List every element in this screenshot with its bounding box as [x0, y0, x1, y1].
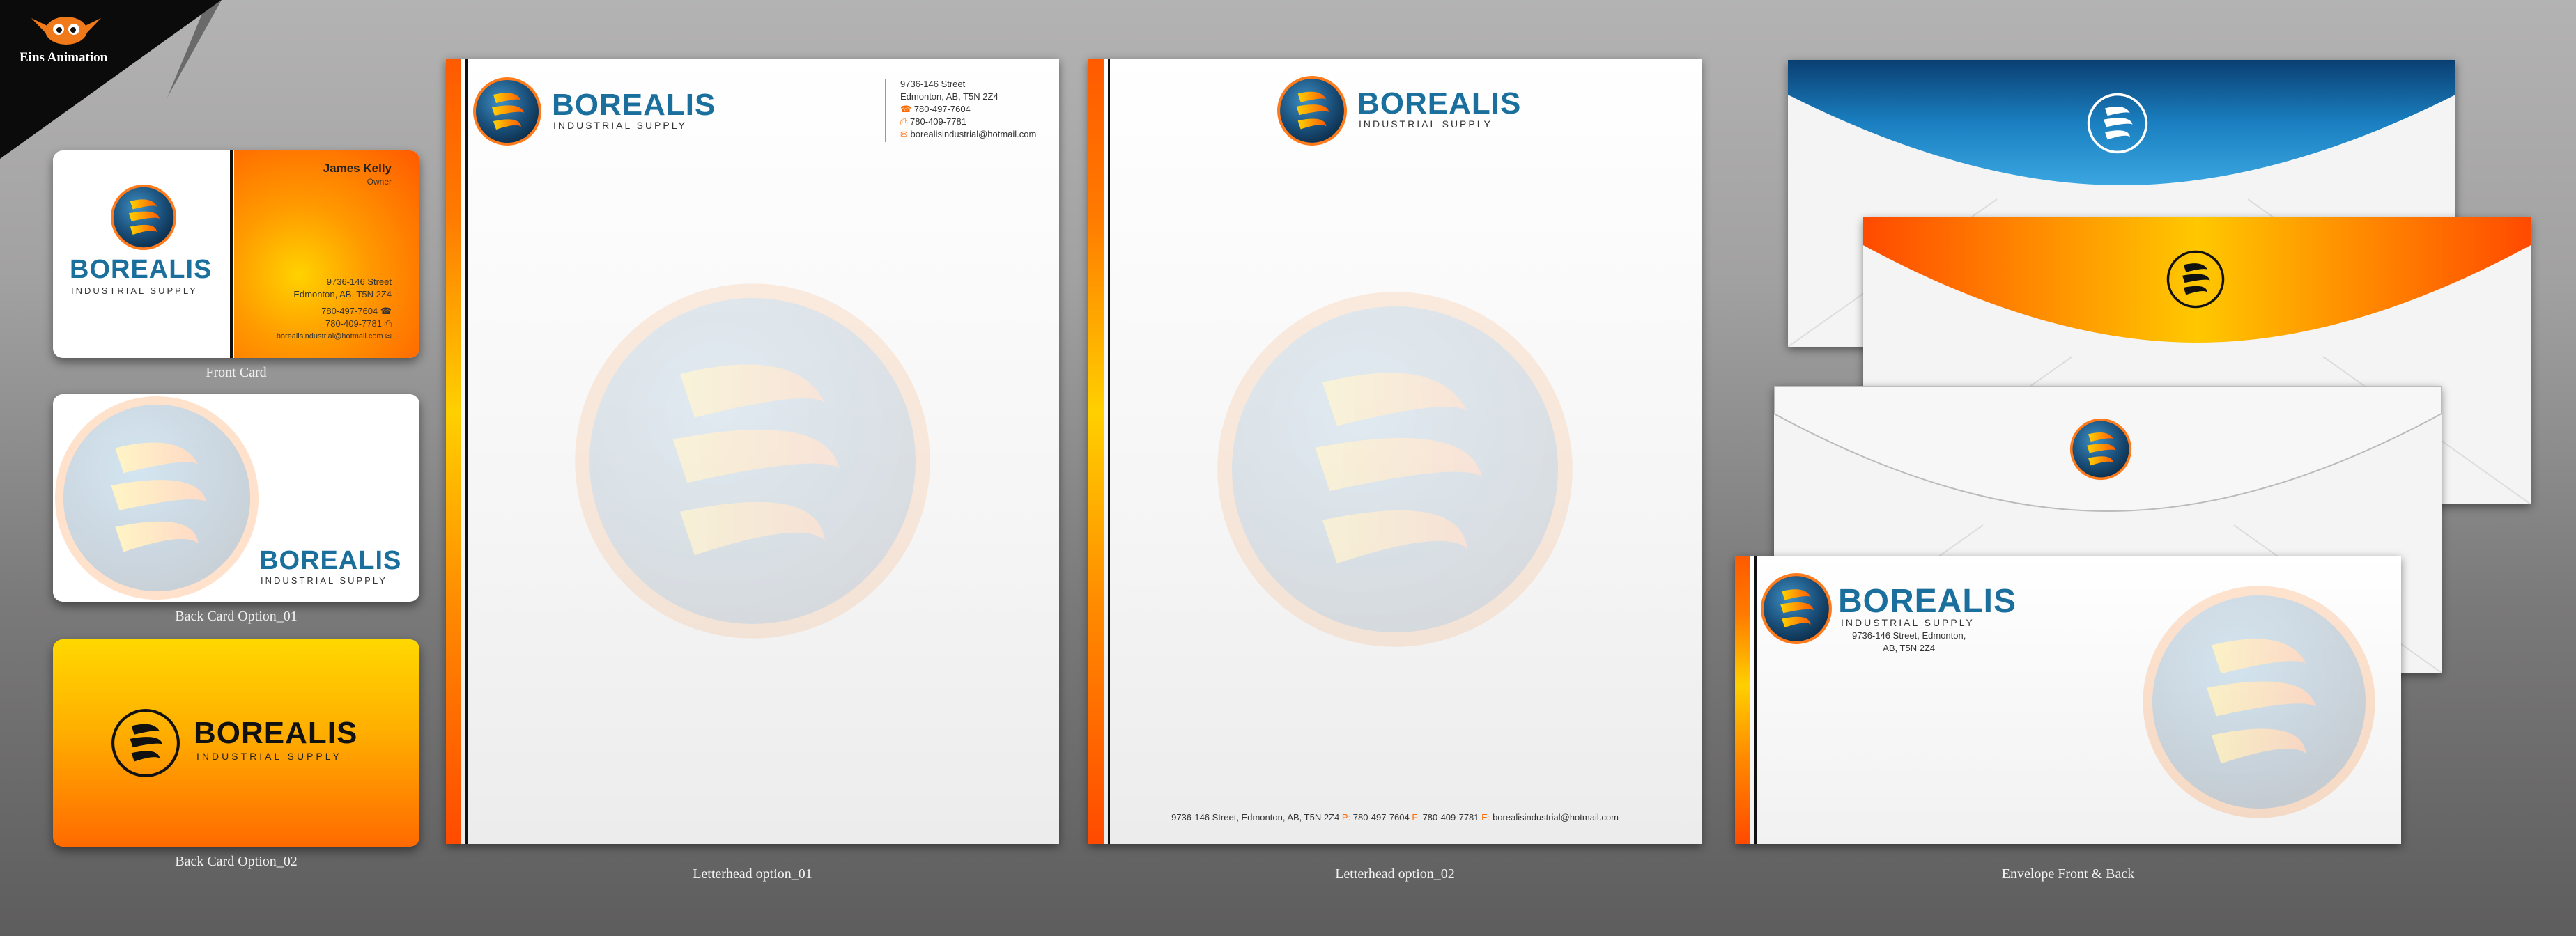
fax-value: 780-409-7781 — [910, 116, 966, 127]
back-card-option-02: BOREALIS INDUSTRIAL SUPPLY — [53, 639, 419, 847]
footer-f-label: F: — [1412, 812, 1420, 822]
borealis-logo-icon — [1760, 572, 1833, 645]
letterhead-01-tagline: INDUSTRIAL SUPPLY — [553, 120, 687, 131]
caption-back-card-01: Back Card Option_01 — [175, 609, 298, 624]
front-card-contacts: 780-497-7604 ☎ 780-409-7781 ⎙ borealisin… — [277, 305, 392, 343]
footer-f-value: 780-409-7781 — [1422, 812, 1479, 822]
email-icon: ✉ — [385, 332, 392, 341]
envelope-front: BOREALIS INDUSTRIAL SUPPLY 9736-146 Stre… — [1735, 556, 2401, 844]
front-card: BOREALIS INDUSTRIAL SUPPLY James Kelly O… — [53, 150, 419, 358]
footer-e-label: E: — [1481, 812, 1490, 822]
back-card-option-01: BOREALIS INDUSTRIAL SUPPLY — [53, 394, 419, 602]
watermark-logo-icon — [571, 280, 934, 642]
letterhead-01-color-edge — [446, 58, 461, 844]
caption-envelope: Envelope Front & Back — [2001, 866, 2135, 882]
footer-p-value: 780-497-7604 — [1352, 812, 1410, 822]
phone-icon: ☎ — [900, 104, 912, 114]
contact-role: Owner — [367, 177, 392, 187]
email-icon: ✉ — [900, 129, 908, 139]
letterhead-02-black-line — [1108, 58, 1110, 844]
front-card-brand: BOREALIS — [70, 255, 213, 284]
email-value: borealisindustrial@hotmail.com — [910, 129, 1037, 139]
caption-front-card: Front Card — [206, 365, 267, 380]
back-card-02-tagline: INDUSTRIAL SUPPLY — [196, 751, 342, 762]
envelope-black-line — [1754, 556, 1757, 844]
letterhead-02-tagline: INDUSTRIAL SUPPLY — [1359, 118, 1493, 130]
envelope-address: 9736-146 Street, Edmonton, AB, T5N 2Z4 — [1852, 630, 1966, 655]
letterhead-02-brand: BOREALIS — [1357, 86, 1522, 120]
letterhead-01-info-divider — [885, 79, 886, 142]
watermark-logo-icon — [2141, 584, 2377, 820]
borealis-white-logo-icon — [2086, 92, 2149, 155]
letterhead-option-02: BOREALIS INDUSTRIAL SUPPLY 9736-146 Stre… — [1088, 58, 1702, 844]
footer-p-label: P: — [1341, 812, 1351, 822]
borealis-logo-icon — [472, 77, 542, 146]
owl-mascot-icon — [31, 17, 101, 45]
borealis-logo-icon — [1277, 75, 1348, 146]
caption-letterhead-01: Letterhead option_01 — [693, 866, 812, 882]
front-card-address: 9736-146 Street Edmonton, AB, T5N 2Z4 — [293, 276, 392, 301]
letterhead-02-color-edge — [1088, 58, 1104, 844]
borealis-logo-icon — [2069, 418, 2132, 481]
contact-person: James Kelly — [323, 162, 392, 175]
envelope-tagline: INDUSTRIAL SUPPLY — [1841, 617, 1975, 628]
borealis-mono-logo-icon — [110, 708, 181, 779]
caption-letterhead-02: Letterhead option_02 — [1335, 866, 1455, 882]
letterhead-02-footer: 9736-146 Street, Edmonton, AB, T5N 2Z4 P… — [1088, 812, 1702, 822]
envelope-color-edge — [1735, 556, 1750, 844]
back-card-02-brand: BOREALIS — [194, 716, 358, 750]
watermark-logo-icon — [1214, 288, 1576, 650]
envelope-address-line2: AB, T5N 2Z4 — [1883, 643, 1936, 653]
envelope-address-line1: 9736-146 Street, Edmonton, — [1852, 630, 1966, 641]
phone-value: 780-497-7604 — [321, 306, 378, 316]
back-card-01-tagline: INDUSTRIAL SUPPLY — [261, 575, 387, 586]
letterhead-01-black-line — [465, 58, 468, 844]
studio-corner: Eins Animation — [0, 0, 223, 160]
borealis-logo-icon — [110, 184, 177, 251]
studio-name: Eins Animation — [20, 50, 108, 65]
phone-icon: ☎ — [380, 306, 392, 316]
footer-e-value: borealisindustrial@hotmail.com — [1493, 812, 1619, 822]
letterhead-01-brand: BOREALIS — [552, 88, 716, 122]
fax-icon: ⎙ — [900, 116, 908, 127]
address-street: 9736-146 Street — [326, 276, 392, 287]
email-value: borealisindustrial@hotmail.com — [276, 332, 383, 341]
footer-address: 9736-146 Street, Edmonton, AB, T5N 2Z4 — [1171, 812, 1340, 822]
borealis-mono-logo-icon — [2166, 249, 2226, 309]
front-card-divider — [230, 150, 233, 358]
address-city: Edmonton, AB, T5N 2Z4 — [900, 91, 998, 102]
watermark-logo-icon — [53, 394, 261, 602]
letterhead-01-address: 9736-146 Street Edmonton, AB, T5N 2Z4 ☎ … — [900, 78, 1036, 141]
fax-value: 780-409-7781 — [325, 318, 382, 329]
letterhead-option-01: BOREALIS INDUSTRIAL SUPPLY 9736-146 Stre… — [446, 58, 1059, 844]
envelope-brand: BOREALIS — [1838, 583, 2017, 620]
front-card-tagline: INDUSTRIAL SUPPLY — [71, 286, 198, 296]
caption-back-card-02: Back Card Option_02 — [175, 854, 298, 869]
address-street: 9736-146 Street — [900, 79, 966, 89]
back-card-01-brand: BOREALIS — [259, 546, 402, 575]
address-city: Edmonton, AB, T5N 2Z4 — [293, 289, 392, 299]
phone-value: 780-497-7604 — [913, 104, 971, 114]
fax-icon: ⎙ — [384, 318, 392, 329]
